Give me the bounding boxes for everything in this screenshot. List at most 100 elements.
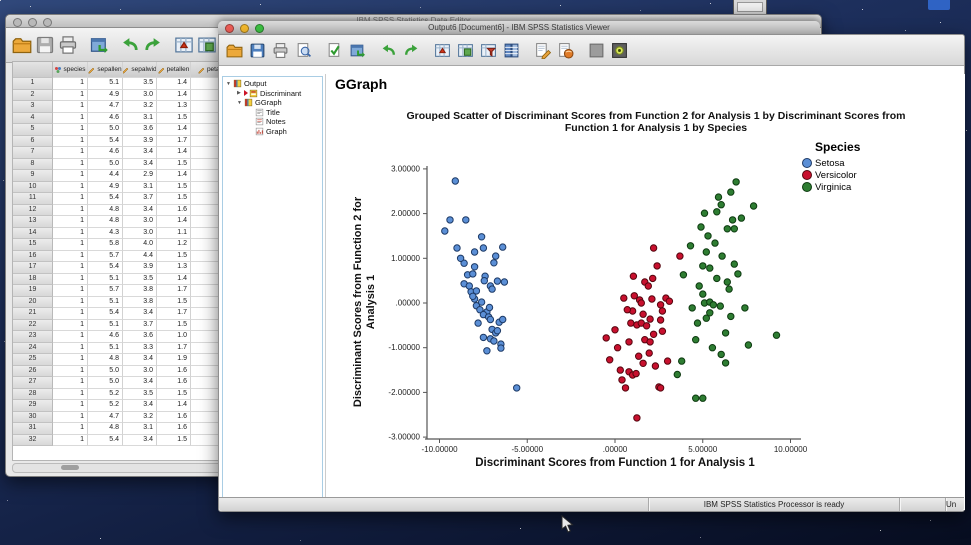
row-number[interactable]: 15 <box>13 239 53 251</box>
cell[interactable]: 1 <box>53 228 88 240</box>
cell[interactable]: 3.3 <box>123 343 157 355</box>
cell[interactable]: 4.4 <box>123 251 157 263</box>
close-button[interactable] <box>13 18 22 27</box>
cell[interactable]: 1 <box>53 331 88 343</box>
cell[interactable]: 1 <box>53 124 88 136</box>
cell[interactable]: 4.6 <box>88 331 123 343</box>
cell[interactable]: 5.4 <box>88 262 123 274</box>
cell[interactable]: 1.4 <box>157 274 191 286</box>
row-number[interactable]: 24 <box>13 343 53 355</box>
export-icon[interactable] <box>324 40 345 61</box>
viewer-titlebar[interactable]: Output6 [Document6] - IBM SPSS Statistic… <box>218 21 820 35</box>
row-number[interactable]: 16 <box>13 251 53 263</box>
zoom-button[interactable] <box>255 24 264 33</box>
cell[interactable]: 3.4 <box>123 308 157 320</box>
cell[interactable]: 5.2 <box>88 389 123 401</box>
goto-variable-icon[interactable] <box>196 35 217 56</box>
row-number[interactable]: 18 <box>13 274 53 286</box>
cell[interactable]: 5.7 <box>88 251 123 263</box>
cell[interactable]: 1.6 <box>157 205 191 217</box>
scrollbar-thumb[interactable] <box>61 465 79 470</box>
cell[interactable]: 3.6 <box>123 124 157 136</box>
cell[interactable]: 1 <box>53 308 88 320</box>
open-icon[interactable] <box>224 40 245 61</box>
cell[interactable]: 1.9 <box>157 354 191 366</box>
cell[interactable]: 1 <box>53 205 88 217</box>
cell[interactable]: 5.4 <box>88 136 123 148</box>
cell[interactable]: 1.4 <box>157 90 191 102</box>
cell[interactable]: 1 <box>53 366 88 378</box>
cell[interactable]: 1 <box>53 423 88 435</box>
insert-text-icon[interactable] <box>555 40 576 61</box>
cell[interactable]: 1.1 <box>157 228 191 240</box>
cell[interactable]: 1 <box>53 182 88 194</box>
cell[interactable]: 1.5 <box>157 193 191 205</box>
tree-item-title[interactable]: Title <box>223 108 322 118</box>
redo-icon[interactable] <box>142 35 163 56</box>
cell[interactable]: 3.7 <box>123 193 157 205</box>
row-number[interactable]: 22 <box>13 320 53 332</box>
cell[interactable]: 5.1 <box>88 274 123 286</box>
cell[interactable]: 4.8 <box>88 205 123 217</box>
cell[interactable]: 3.6 <box>123 331 157 343</box>
cell[interactable]: 1 <box>53 274 88 286</box>
cell[interactable]: 5.7 <box>88 285 123 297</box>
row-number[interactable]: 10 <box>13 182 53 194</box>
cell[interactable]: 3.8 <box>123 285 157 297</box>
print-preview-icon[interactable] <box>293 40 314 61</box>
cell[interactable]: 5.4 <box>88 435 123 447</box>
cell[interactable]: 1.5 <box>157 320 191 332</box>
cell[interactable]: 4.6 <box>88 147 123 159</box>
cell[interactable]: 1 <box>53 297 88 309</box>
cell[interactable]: 3.4 <box>123 205 157 217</box>
grid-corner-cell[interactable] <box>13 62 53 78</box>
cell[interactable]: 1.5 <box>157 251 191 263</box>
cell[interactable]: 3.4 <box>123 159 157 171</box>
cell[interactable]: 1 <box>53 216 88 228</box>
cell[interactable]: 5.1 <box>88 78 123 90</box>
cell[interactable]: 1.2 <box>157 239 191 251</box>
tree-item-discriminant[interactable]: ▶Discriminant <box>223 89 322 99</box>
row-number[interactable]: 5 <box>13 124 53 136</box>
cell[interactable]: 1.7 <box>157 285 191 297</box>
cell[interactable]: 3.5 <box>123 274 157 286</box>
cell[interactable]: 3.0 <box>123 228 157 240</box>
cell[interactable]: 1 <box>53 389 88 401</box>
print-icon[interactable] <box>57 35 78 56</box>
row-number[interactable]: 14 <box>13 228 53 240</box>
cell[interactable]: 1 <box>53 377 88 389</box>
row-number[interactable]: 32 <box>13 435 53 447</box>
cell[interactable]: 1 <box>53 400 88 412</box>
cell[interactable]: 5.2 <box>88 400 123 412</box>
cell[interactable]: 1.4 <box>157 400 191 412</box>
cell[interactable]: 5.4 <box>88 308 123 320</box>
cell[interactable]: 4.3 <box>88 228 123 240</box>
cell[interactable]: 1 <box>53 354 88 366</box>
cell[interactable]: 1 <box>53 90 88 102</box>
cell[interactable]: 4.8 <box>88 216 123 228</box>
cell[interactable]: 1.3 <box>157 101 191 113</box>
scatter-plot[interactable]: -10.00000-5.00000.000005.0000010.000003.… <box>347 144 807 460</box>
recall-dialogs-icon[interactable] <box>347 40 368 61</box>
tree-item-output[interactable]: ▼Output <box>223 79 322 89</box>
row-number[interactable]: 7 <box>13 147 53 159</box>
cell[interactable]: 1.6 <box>157 423 191 435</box>
cell[interactable]: 5.1 <box>88 297 123 309</box>
goto-case-icon[interactable] <box>432 40 453 61</box>
cell[interactable]: 1 <box>53 101 88 113</box>
cell[interactable]: 5.0 <box>88 366 123 378</box>
row-number[interactable]: 23 <box>13 331 53 343</box>
column-header-petallen[interactable]: petallen <box>157 62 191 78</box>
tree-item-ggraph[interactable]: ▼GGraph <box>223 98 322 108</box>
show-all-icon[interactable] <box>586 40 607 61</box>
cell[interactable]: 4.7 <box>88 412 123 424</box>
cell[interactable]: 3.7 <box>123 320 157 332</box>
cell[interactable]: 1.7 <box>157 343 191 355</box>
cell[interactable]: 1.0 <box>157 331 191 343</box>
row-number[interactable]: 31 <box>13 423 53 435</box>
cell[interactable]: 3.0 <box>123 90 157 102</box>
cell[interactable]: 3.4 <box>123 354 157 366</box>
cell[interactable]: 1 <box>53 239 88 251</box>
cell[interactable]: 3.1 <box>123 113 157 125</box>
cell[interactable]: 1.6 <box>157 377 191 389</box>
